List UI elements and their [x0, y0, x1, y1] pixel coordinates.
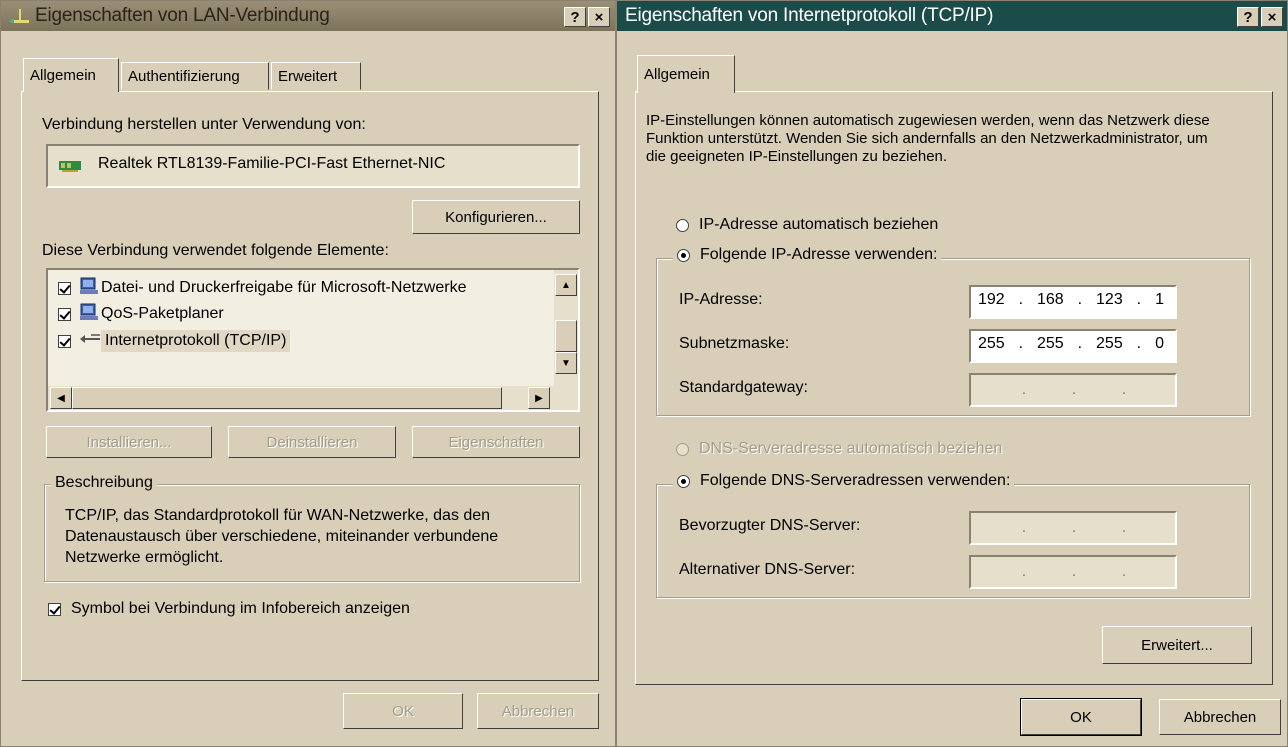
ip-auto-radio[interactable] [676, 218, 689, 232]
network-card-icon [58, 158, 84, 178]
left-tab-panel: Verbindung herstellen unter Verwendung v… [21, 91, 599, 681]
dns-manual-radio[interactable] [677, 474, 690, 488]
ip-auto-label: IP-Adresse automatisch beziehen [699, 216, 939, 233]
protocol-icon [79, 332, 101, 350]
right-window-title: Eigenschaften von Internetprotokoll (TCP… [625, 5, 994, 26]
left-window-title: Eigenschaften von LAN-Verbindung [35, 5, 330, 26]
octet: 0 [1155, 335, 1164, 352]
scroll-down-button[interactable]: ▼ [555, 352, 577, 374]
list-item[interactable]: Datei- und Druckerfreigabe für Microsoft… [58, 276, 466, 300]
network-computer-icon [79, 302, 99, 326]
octet: 123 [1096, 291, 1123, 308]
adapter-name: Realtek RTL8139-Familie-PCI-Fast Etherne… [98, 155, 446, 172]
list-item-label: QoS-Paketplaner [101, 305, 224, 322]
advanced-button[interactable]: Erweitert... [1102, 626, 1252, 664]
ip-auto-row[interactable]: IP-Adresse automatisch beziehen [676, 216, 938, 234]
dns-auto-row[interactable]: DNS-Serveradresse automatisch beziehen [676, 440, 1002, 458]
ip-address-octets: 192. 168. 123. 1 [977, 291, 1164, 308]
dns-alternate-dots: ... [1021, 563, 1127, 580]
scroll-right-button[interactable]: ▶ [528, 387, 550, 409]
left-titlebar[interactable]: Eigenschaften von LAN-Verbindung ? × [1, 1, 615, 31]
help-button[interactable]: ? [564, 7, 586, 27]
dns-manual-row[interactable]: Folgende DNS-Serveradressen verwenden: [673, 472, 1015, 490]
intro-text: IP-Einstellungen können automatisch zuge… [646, 112, 1210, 165]
list-item-label: Internetprotokoll (TCP/IP) [101, 330, 291, 352]
install-button[interactable]: Installieren... [46, 426, 212, 458]
right-cancel-button[interactable]: Abbrechen [1159, 699, 1281, 735]
vertical-scrollbar[interactable]: ▲ ▼ [554, 270, 578, 386]
subnet-label: Subnetzmaske: [679, 335, 790, 352]
item-checkbox[interactable] [58, 281, 71, 295]
description-group: Beschreibung TCP/IP, das Standardprotoko… [44, 474, 580, 582]
scroll-thumb[interactable] [555, 320, 577, 352]
octet: 255 [1096, 335, 1123, 352]
octet: 192 [977, 291, 1005, 308]
tab-authentifizierung[interactable]: Authentifizierung [121, 62, 269, 90]
subnet-octets: 255. 255. 255. 0 [977, 335, 1164, 352]
dns-manual-label: Folgende DNS-Serveradressen verwenden: [700, 472, 1011, 489]
ip-address-label: IP-Adresse: [679, 291, 763, 308]
item-checkbox[interactable] [58, 334, 71, 348]
uninstall-button[interactable]: Deinstallieren [228, 426, 396, 458]
tab-allgemein[interactable]: Allgemein [637, 55, 735, 93]
show-icon-checkbox[interactable] [48, 602, 61, 616]
scroll-left-button[interactable]: ◀ [50, 387, 72, 409]
close-button[interactable]: × [1261, 7, 1283, 27]
item-checkbox[interactable] [58, 307, 71, 321]
gateway-field[interactable]: ... [969, 373, 1177, 407]
gateway-dots: ... [1021, 381, 1127, 398]
properties-button[interactable]: Eigenschaften [412, 426, 580, 458]
left-cancel-button[interactable]: Abbrechen [477, 693, 599, 729]
network-icon [9, 7, 31, 25]
octet: 168 [1037, 291, 1064, 308]
configure-button[interactable]: Konfigurieren... [412, 200, 580, 234]
dns-alternate-field[interactable]: ... [969, 555, 1177, 589]
dns-preferred-dots: ... [1021, 519, 1127, 536]
scroll-hthumb[interactable] [72, 387, 502, 409]
connect-using-label: Verbindung herstellen unter Verwendung v… [42, 116, 366, 133]
dns-auto-radio[interactable] [676, 442, 689, 456]
octet: 255 [977, 335, 1005, 352]
help-button[interactable]: ? [1237, 7, 1259, 27]
dns-auto-label: DNS-Serveradresse automatisch beziehen [699, 440, 1003, 457]
lan-properties-window: Eigenschaften von LAN-Verbindung ? × All… [0, 0, 616, 747]
elements-list[interactable]: Datei- und Druckerfreigabe für Microsoft… [46, 268, 580, 412]
gateway-label: Standardgateway: [679, 379, 808, 396]
octet: 255 [1037, 335, 1064, 352]
network-computer-icon [79, 276, 99, 300]
description-legend: Beschreibung [51, 474, 157, 492]
list-item[interactable]: QoS-Paketplaner [58, 302, 224, 326]
dns-preferred-label: Bevorzugter DNS-Server: [679, 517, 861, 534]
dns-preferred-field[interactable]: ... [969, 511, 1177, 545]
left-ok-button[interactable]: OK [343, 693, 463, 729]
subnet-field[interactable]: 255. 255. 255. 0 [969, 329, 1177, 363]
dns-manual-group: Folgende DNS-Serveradressen verwenden: B… [656, 472, 1250, 598]
right-ok-button[interactable]: OK [1020, 698, 1142, 736]
list-item-selected[interactable]: Internetprotokoll (TCP/IP) [58, 328, 291, 354]
ip-manual-radio[interactable] [677, 248, 690, 262]
elements-label: Diese Verbindung verwendet folgende Elem… [42, 242, 389, 259]
tab-allgemein[interactable]: Allgemein [23, 58, 119, 92]
ip-manual-group: Folgende IP-Adresse verwenden: IP-Adress… [656, 246, 1250, 416]
scroll-up-button[interactable]: ▲ [555, 274, 577, 296]
close-button[interactable]: × [588, 7, 610, 27]
ip-address-field[interactable]: 192. 168. 123. 1 [969, 285, 1177, 319]
horizontal-scrollbar[interactable]: ◀ ▶ [48, 386, 578, 410]
tcpip-properties-window: Eigenschaften von Internetprotokoll (TCP… [616, 0, 1288, 747]
ip-manual-label: Folgende IP-Adresse verwenden: [700, 246, 938, 263]
show-icon-row[interactable]: Symbol bei Verbindung im Infobereich anz… [48, 600, 410, 618]
right-tab-panel: IP-Einstellungen können automatisch zuge… [635, 91, 1273, 685]
ip-manual-row[interactable]: Folgende IP-Adresse verwenden: [673, 246, 942, 264]
show-icon-label: Symbol bei Verbindung im Infobereich anz… [71, 600, 410, 617]
adapter-box: Realtek RTL8139-Familie-PCI-Fast Etherne… [46, 144, 580, 188]
list-item-label: Datei- und Druckerfreigabe für Microsoft… [101, 279, 467, 296]
right-titlebar[interactable]: Eigenschaften von Internetprotokoll (TCP… [617, 1, 1287, 31]
description-text: TCP/IP, das Standardprotokoll für WAN-Ne… [65, 507, 499, 566]
tab-erweitert[interactable]: Erweitert [271, 62, 361, 90]
octet: 1 [1155, 291, 1164, 308]
dns-alternate-label: Alternativer DNS-Server: [679, 561, 856, 578]
